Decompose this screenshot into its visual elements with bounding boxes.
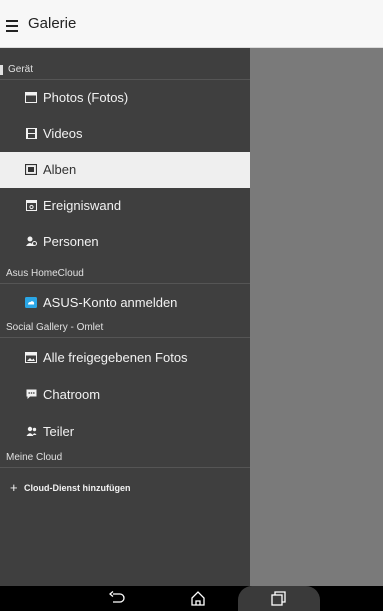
drawer-item-label: Alle freigegebenen Fotos — [43, 350, 188, 365]
film-icon — [25, 127, 37, 139]
drawer-item-label: ASUS-Konto anmelden — [43, 295, 178, 310]
drawer-item-label: Teiler — [43, 424, 75, 439]
sharer-icon — [25, 425, 37, 437]
back-icon[interactable] — [108, 590, 126, 606]
drawer-item-label: Alben — [43, 162, 77, 177]
drawer-item-chatroom[interactable]: Chatroom — [0, 377, 250, 413]
drawer-item-shared-photos[interactable]: Alle freigegebenen Fotos — [0, 340, 250, 376]
app-header: Galerie — [0, 0, 383, 48]
drawer-item-photos[interactable]: Photos (Fotos) — [0, 80, 250, 116]
section-header-mycloud: Meine Cloud — [0, 448, 250, 468]
drawer-item-label: Ereigniswand — [43, 198, 122, 213]
photos-icon — [25, 91, 37, 103]
album-icon — [25, 163, 37, 175]
drawer-item-asus-login[interactable]: ASUS-Konto anmelden — [0, 285, 250, 321]
system-navigation-bar — [0, 586, 383, 611]
drawer-item-people[interactable]: Personen — [0, 224, 250, 260]
section-header-homecloud: Asus HomeCloud — [0, 264, 250, 284]
shared-photos-icon — [25, 351, 37, 363]
plus-icon: + — [10, 480, 18, 495]
drawer-item-label: Videos — [43, 126, 83, 141]
chat-icon — [25, 388, 37, 400]
menu-icon[interactable] — [6, 20, 18, 32]
drawer-item-sharer[interactable]: Teiler — [0, 414, 250, 450]
drawer-item-label: Photos (Fotos) — [43, 90, 129, 105]
event-wall-icon — [25, 199, 37, 211]
people-icon — [25, 235, 37, 247]
section-header-device: Gerät — [0, 60, 250, 80]
drawer-item-event-wall[interactable]: Ereigniswand — [0, 188, 250, 224]
section-header-social: Social Gallery - Omlet — [0, 318, 250, 338]
drawer-item-albums[interactable]: Alben — [0, 152, 250, 188]
navigation-drawer: Gerät Photos (Fotos) Videos Alben Ereign… — [0, 48, 250, 586]
drawer-item-label: Personen — [43, 234, 99, 249]
home-icon[interactable] — [189, 590, 207, 606]
app-title: Galerie — [28, 15, 77, 32]
add-cloud-service-button[interactable]: + Cloud-Dienst hinzufügen — [0, 470, 250, 506]
recents-icon[interactable] — [270, 590, 288, 606]
asus-cloud-icon — [25, 296, 37, 308]
drawer-item-videos[interactable]: Videos — [0, 116, 250, 152]
content-scrim[interactable] — [250, 48, 383, 586]
drawer-item-label: Cloud-Dienst hinzufügen — [24, 483, 131, 493]
drawer-item-label: Chatroom — [43, 387, 101, 402]
